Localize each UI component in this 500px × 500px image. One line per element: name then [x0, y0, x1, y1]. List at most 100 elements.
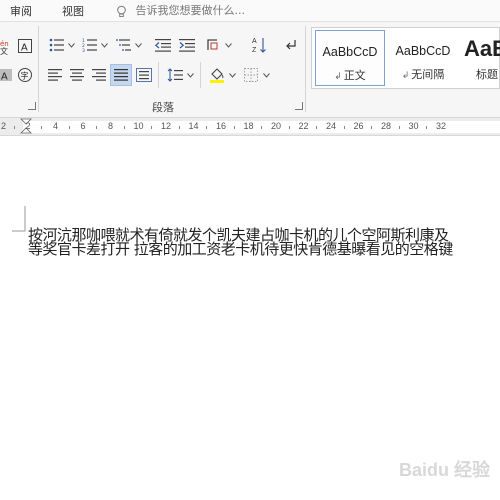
svg-text:A: A	[21, 43, 28, 54]
ruler-tick	[96, 126, 98, 129]
ruler-number: 22	[298, 121, 309, 131]
ruler-number: 2	[25, 121, 31, 131]
align-left-button[interactable]	[44, 64, 66, 86]
ruler-number: 24	[326, 121, 337, 131]
ruler-number: 30	[408, 121, 419, 131]
chinese-layout-dropdown[interactable]	[222, 34, 234, 56]
align-center-icon	[70, 69, 84, 81]
enclose-characters-button[interactable]: 字	[14, 64, 36, 86]
document-text-line-2[interactable]: 等奖官卡差打开 拉客的加工资老卡机待更快肯德基曝看见的空格键	[28, 238, 453, 259]
paragraph-group-label: 段落	[152, 101, 174, 114]
show-paragraph-marks-button[interactable]	[280, 34, 302, 56]
tell-me-placeholder: 告诉我您想要做什么...	[135, 4, 246, 17]
style-no-spacing[interactable]: AaBbCcD ↲ 无间隔	[388, 30, 458, 86]
row-separator	[200, 62, 201, 88]
numbering-dropdown[interactable]	[98, 34, 110, 56]
ruler-tick	[41, 126, 43, 129]
bullets-dropdown[interactable]	[65, 34, 77, 56]
style-heading[interactable]: AaB 标题	[462, 30, 500, 86]
style-name-heading: 标题	[476, 68, 498, 81]
ruler-number: 4	[53, 121, 59, 131]
svg-text:A: A	[1, 72, 8, 83]
ruler-tick	[371, 126, 373, 129]
font-dialog-launcher[interactable]	[28, 102, 36, 110]
borders-dropdown[interactable]	[260, 64, 272, 86]
increase-indent-icon	[179, 39, 195, 52]
chevron-down-icon	[228, 72, 236, 78]
align-right-icon	[92, 69, 106, 81]
line-spacing-button[interactable]	[164, 64, 186, 86]
styles-gallery: AaBbCcD ↲正文 AaBbCcD ↲无间隔 AaB 标题	[311, 27, 500, 89]
sort-icon: A Z	[252, 38, 266, 54]
chevron-down-icon	[134, 42, 142, 48]
align-left-icon	[48, 69, 62, 81]
bullets-icon	[49, 38, 64, 52]
chevron-down-icon	[100, 42, 108, 48]
ruler-tick	[426, 126, 428, 129]
style-normal[interactable]: AaBbCcD ↲ 正文	[315, 30, 385, 86]
style-name-no-spacing: 无间隔	[411, 68, 445, 81]
shading-dropdown[interactable]	[226, 64, 238, 86]
style-name-normal: 正文	[343, 69, 366, 82]
ruler-tick	[68, 126, 70, 129]
borders-button[interactable]	[240, 64, 262, 86]
lightbulb-icon	[117, 5, 126, 17]
borders-icon	[244, 68, 258, 82]
decrease-indent-button[interactable]	[152, 34, 174, 56]
character-border-button[interactable]: A	[14, 35, 36, 57]
line-spacing-icon	[167, 68, 183, 82]
chevron-down-icon	[262, 72, 270, 78]
ruler-tick	[13, 126, 15, 129]
tab-review[interactable]: 审阅	[10, 3, 32, 19]
character-border-icon: A	[18, 39, 32, 54]
ruler-tick	[261, 126, 263, 129]
svg-text:A: A	[252, 38, 257, 45]
ruler-number: 26	[353, 121, 364, 131]
ruler-number: 6	[80, 121, 86, 131]
decrease-indent-icon	[155, 39, 171, 52]
chinese-layout-button[interactable]	[202, 34, 224, 56]
sort-button[interactable]: A Z	[248, 34, 270, 56]
baidu-watermark: Baidu 经验	[398, 460, 490, 480]
chevron-down-icon	[224, 42, 232, 48]
ruler-tick	[316, 126, 318, 129]
numbering-icon: 1 2 3	[82, 38, 97, 52]
chevron-down-icon	[186, 72, 194, 78]
phonetic-guide-icon: én 文	[0, 40, 9, 55]
paragraph-dialog-launcher[interactable]	[295, 102, 303, 110]
align-right-button[interactable]	[88, 64, 110, 86]
horizontal-ruler[interactable]: 2 2 4 6 8 10 12 14 16 18 20 22 24 26 28 30 32	[0, 118, 500, 136]
paint-bucket-icon	[210, 68, 224, 83]
distributed-button[interactable]	[133, 64, 155, 86]
ribbon-tab-bar: 审阅 视图 告诉我您想要做什么...	[0, 0, 500, 22]
ruler-number: 14	[188, 121, 199, 131]
tell-me-box[interactable]: 告诉我您想要做什么...	[116, 2, 245, 18]
distributed-icon	[136, 68, 152, 82]
svg-text:3: 3	[82, 48, 85, 52]
ruler-number: 2	[1, 121, 7, 131]
ruler-number: 32	[436, 121, 447, 131]
align-center-button[interactable]	[66, 64, 88, 86]
svg-text:字: 字	[21, 71, 29, 81]
group-separator	[305, 26, 306, 112]
shading-button[interactable]	[206, 64, 228, 86]
ruler-tick	[206, 126, 208, 129]
justify-button[interactable]	[110, 64, 132, 86]
multilevel-list-dropdown[interactable]	[132, 34, 144, 56]
ruler-number: 8	[108, 121, 114, 131]
justify-icon	[114, 69, 128, 81]
line-spacing-dropdown[interactable]	[184, 64, 196, 86]
ruler-number: 10	[133, 121, 144, 131]
document-page[interactable]: 按河沆那咖喂就术有倚就发个凯夫建占咖卡机的儿个空阿斯利康及 等奖官卡差打开 拉客…	[0, 136, 500, 500]
ruler-tick	[398, 126, 400, 129]
ruler-tick	[123, 126, 125, 129]
ruler-tick	[151, 126, 153, 129]
increase-indent-button[interactable]	[176, 34, 198, 56]
paragraph-mark-icon: ↲	[401, 71, 410, 81]
ruler-tick	[178, 126, 180, 129]
enclose-characters-icon: 字	[18, 68, 32, 82]
ribbon-home: én 文 A A 字 1 2 3 A Z 段落 AaBbCcD ↲ 正文 AaB…	[0, 22, 500, 118]
svg-text:Z: Z	[252, 47, 257, 54]
tab-view[interactable]: 视图	[62, 3, 84, 19]
style-preview-no-spacing: AaBbCcD	[395, 44, 451, 58]
